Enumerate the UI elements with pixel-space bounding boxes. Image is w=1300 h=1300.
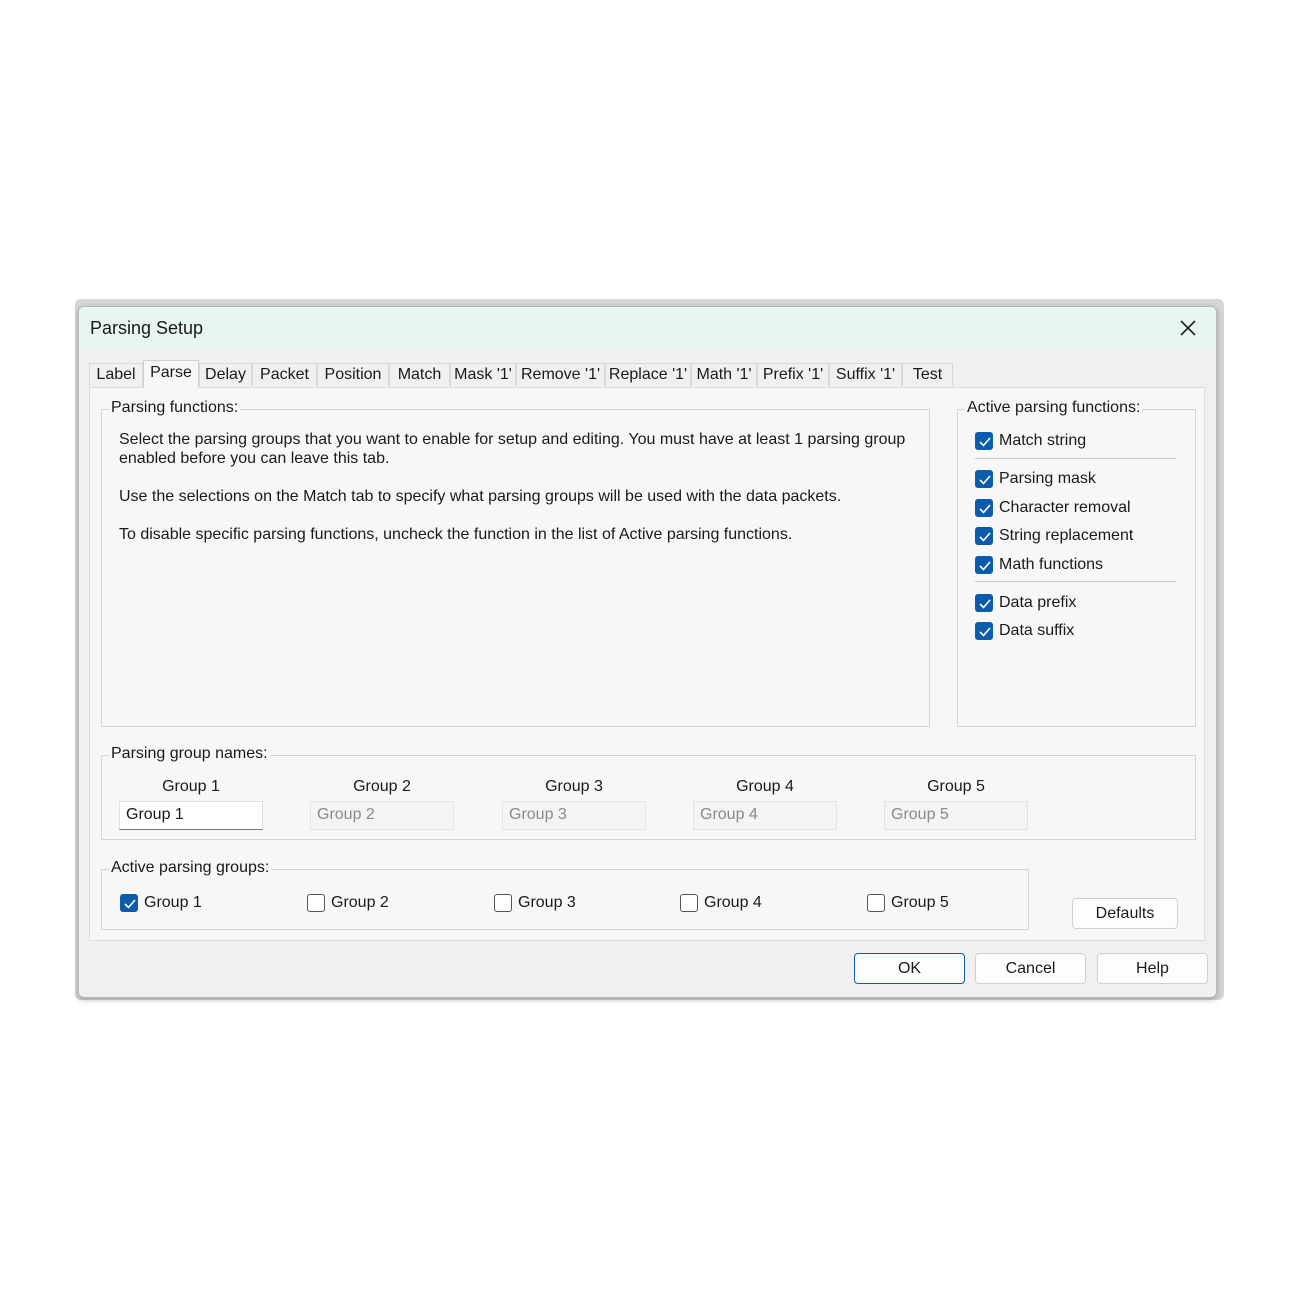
checkbox-box[interactable]	[975, 556, 993, 574]
checkbox-box[interactable]	[494, 894, 512, 912]
parsing-functions-title: Parsing functions:	[109, 399, 241, 417]
check-icon	[979, 437, 991, 447]
active-groups-title: Active parsing groups:	[109, 859, 272, 877]
instruction-paragraph-3: To disable specific parsing functions, u…	[119, 526, 793, 543]
tab-match[interactable]: Match	[389, 363, 450, 386]
tab-delay[interactable]: Delay	[199, 363, 252, 386]
checkbox-label: Match string	[999, 432, 1087, 449]
close-button[interactable]	[1168, 311, 1208, 345]
tab-prefix[interactable]: Prefix '1'	[757, 363, 829, 386]
tab-mask[interactable]: Mask '1'	[450, 363, 516, 386]
checkbox-box[interactable]	[975, 470, 993, 488]
checkbox-label: Parsing mask	[999, 470, 1096, 487]
title-bar[interactable]: Parsing Setup	[79, 307, 1216, 350]
checkbox-box[interactable]	[975, 527, 993, 545]
check-icon	[979, 475, 991, 485]
group-5-header: Group 5	[927, 778, 985, 795]
instruction-paragraph-2: Use the selections on the Match tab to s…	[119, 488, 842, 505]
checkbox-label: Group 1	[144, 894, 202, 911]
checkbox-box[interactable]	[975, 622, 993, 640]
instruction-paragraph-1: Select the parsing groups that you want …	[119, 431, 906, 467]
group-4-header: Group 4	[736, 778, 794, 795]
group-1-name-input[interactable]: Group 1	[119, 801, 263, 830]
tab-remove[interactable]: Remove '1'	[516, 363, 605, 386]
close-icon	[1180, 320, 1196, 336]
group-3-header: Group 3	[545, 778, 603, 795]
group-2-header: Group 2	[353, 778, 411, 795]
checkbox-label: Data prefix	[999, 594, 1077, 611]
checkbox-box[interactable]	[307, 894, 325, 912]
tab-test[interactable]: Test	[902, 363, 953, 386]
check-icon	[979, 599, 991, 609]
tab-label[interactable]: Label	[89, 363, 143, 386]
group-5-name-input[interactable]: Group 5	[884, 801, 1028, 830]
active-functions-title: Active parsing functions:	[965, 399, 1143, 417]
checkbox-label: Group 5	[891, 894, 949, 911]
tab-math[interactable]: Math '1'	[691, 363, 757, 386]
checkbox-box[interactable]	[680, 894, 698, 912]
checkbox-box[interactable]	[867, 894, 885, 912]
checkbox-label: String replacement	[999, 527, 1134, 544]
check-icon	[979, 504, 991, 514]
defaults-button[interactable]: Defaults	[1072, 898, 1178, 929]
check-icon	[124, 899, 136, 909]
group-names-title: Parsing group names:	[109, 745, 270, 763]
checkbox-box[interactable]	[975, 594, 993, 612]
checkbox-label: Data suffix	[999, 622, 1075, 639]
group-1-header: Group 1	[162, 778, 220, 795]
checkbox-label: Group 4	[704, 894, 762, 911]
tab-replace[interactable]: Replace '1'	[605, 363, 691, 386]
checkbox-label: Group 2	[331, 894, 389, 911]
cancel-button[interactable]: Cancel	[975, 953, 1086, 984]
parsing-setup-dialog: Parsing Setup Label Parse Delay Packet P…	[78, 306, 1217, 998]
dialog-title: Parsing Setup	[90, 318, 204, 338]
parse-tab-panel: Parsing functions: Select the parsing gr…	[89, 387, 1205, 941]
separator	[975, 581, 1176, 582]
group-3-name-input[interactable]: Group 3	[502, 801, 646, 830]
parsing-functions-group: Parsing functions: Select the parsing gr…	[101, 399, 930, 727]
check-icon	[979, 532, 991, 542]
checkbox-label: Math functions	[999, 556, 1104, 573]
tab-suffix[interactable]: Suffix '1'	[829, 363, 902, 386]
group-names-group: Parsing group names: Group 1 Group 2 Gro…	[101, 745, 1196, 840]
tab-parse[interactable]: Parse	[143, 360, 199, 388]
check-icon	[979, 627, 991, 637]
check-icon	[979, 561, 991, 571]
active-functions-group: Active parsing functions: Match string P…	[957, 399, 1196, 727]
ok-button[interactable]: OK	[854, 953, 965, 984]
help-button[interactable]: Help	[1097, 953, 1208, 984]
checkbox-label: Group 3	[518, 894, 576, 911]
checkbox-box[interactable]	[975, 499, 993, 517]
active-groups-group: Active parsing groups: Group 1 Group 2 G…	[101, 859, 1029, 930]
separator	[975, 458, 1176, 459]
checkbox-box[interactable]	[975, 432, 993, 450]
checkbox-box[interactable]	[120, 894, 138, 912]
tab-position[interactable]: Position	[317, 363, 389, 386]
tab-packet[interactable]: Packet	[252, 363, 317, 386]
group-4-name-input[interactable]: Group 4	[693, 801, 837, 830]
checkbox-label: Character removal	[999, 499, 1131, 516]
group-2-name-input[interactable]: Group 2	[310, 801, 454, 830]
